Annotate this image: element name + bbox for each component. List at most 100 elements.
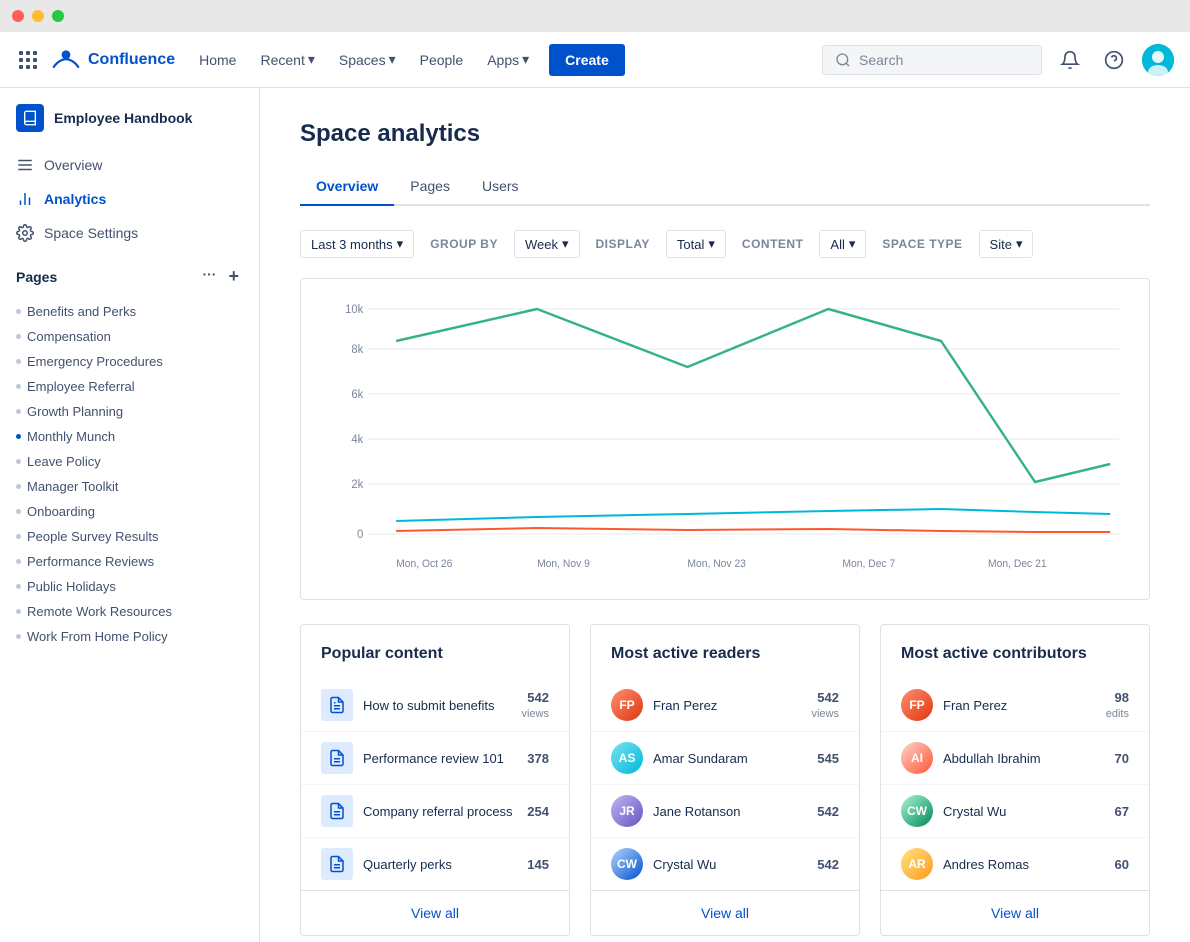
green-line [396,309,1110,482]
tab-pages[interactable]: Pages [394,168,466,206]
contributor-count: 60 [1115,857,1129,872]
sidebar-section-actions: ··· + [198,266,243,287]
svg-text:Mon, Nov 9: Mon, Nov 9 [537,558,590,570]
search-box[interactable]: Search [822,45,1042,75]
pages-add-icon[interactable]: + [224,266,243,287]
avatar: CW [611,848,643,880]
svg-text:0: 0 [357,528,364,541]
space-type-filter[interactable]: Site ▾ [979,230,1034,258]
space-name: Employee Handbook [54,110,192,126]
content-count: 542 views [521,690,549,720]
main-content: Space analytics Overview Pages Users Las… [260,88,1190,942]
user-avatar[interactable] [1142,44,1174,76]
sidebar: Employee Handbook Overview Analytics Spa… [0,88,260,942]
group-by-filter[interactable]: Week ▾ [514,230,580,258]
pages-more-icon[interactable]: ··· [198,266,220,287]
sidebar-pages-section: Pages ··· + [0,250,259,299]
list-item[interactable]: Benefits and Perks [0,299,259,324]
minimize-btn[interactable] [32,10,44,22]
list-item[interactable]: Leave Policy [0,449,259,474]
list-item[interactable]: Public Holidays [0,574,259,599]
nav-home[interactable]: Home [191,46,244,74]
dot-icon [16,384,21,389]
logo[interactable]: Confluence [52,46,175,74]
avatar: FP [611,689,643,721]
notifications-icon[interactable] [1054,44,1086,76]
avatar: AS [611,742,643,774]
content-count: 145 [527,857,549,872]
list-item[interactable]: Onboarding [0,499,259,524]
nav-people[interactable]: People [412,46,472,74]
list-item[interactable]: Manager Toolkit [0,474,259,499]
date-range-filter[interactable]: Last 3 months ▾ [300,230,414,258]
sidebar-space-header[interactable]: Employee Handbook [0,88,259,148]
page-title: Space analytics [300,120,1150,148]
svg-text:8k: 8k [351,343,363,356]
svg-text:6k: 6k [351,388,363,401]
reader-name: Fran Perez [653,698,801,713]
contributor-name: Fran Perez [943,698,1096,713]
content-name: Performance review 101 [363,751,517,766]
sidebar-item-overview[interactable]: Overview [0,148,259,182]
avatar: AI [901,742,933,774]
content-name: How to submit benefits [363,698,511,713]
tabs: Overview Pages Users [300,168,1150,206]
list-item[interactable]: Monthly Munch [0,424,259,449]
tab-overview[interactable]: Overview [300,168,394,206]
list-item: JR Jane Rotanson 542 [591,784,859,837]
layout: Employee Handbook Overview Analytics Spa… [0,88,1190,942]
sidebar-settings-label: Space Settings [44,225,138,241]
create-button[interactable]: Create [549,44,625,76]
nav-recent[interactable]: Recent▾ [252,45,322,74]
sidebar-overview-label: Overview [44,157,102,173]
active-contributors-view-all[interactable]: View all [881,890,1149,935]
active-contributors-title: Most active contributors [881,625,1149,679]
titlebar [0,0,1190,32]
grid-icon[interactable] [16,48,40,72]
analytics-chart: 10k 8k 6k 4k 2k 0 Mon, Oct 26 Mon, Nov 9… [300,278,1150,600]
list-item[interactable]: Employee Referral [0,374,259,399]
content-name: Company referral process [363,804,517,819]
nav-apps[interactable]: Apps▾ [479,45,537,74]
list-item[interactable]: Performance Reviews [0,549,259,574]
list-item: CW Crystal Wu 542 [591,837,859,890]
maximize-btn[interactable] [52,10,64,22]
topnav: Confluence Home Recent▾ Spaces▾ People A… [0,32,1190,88]
content-filter[interactable]: All ▾ [819,230,866,258]
popular-content-card: Popular content How to submit benefits 5… [300,624,570,936]
popular-content-title: Popular content [301,625,569,679]
space-icon [16,104,44,132]
close-btn[interactable] [12,10,24,22]
nav-spaces[interactable]: Spaces▾ [331,45,404,74]
popular-content-list: How to submit benefits 542 views Perform… [301,679,569,890]
reader-count: 542 [817,804,839,819]
display-filter[interactable]: Total ▾ [666,230,726,258]
list-item[interactable]: Remote Work Resources [0,599,259,624]
dot-icon [16,609,21,614]
avatar: CW [901,795,933,827]
popular-content-view-all[interactable]: View all [301,890,569,935]
dot-icon [16,334,21,339]
sidebar-analytics-label: Analytics [44,191,106,207]
contributor-count: 98 edits [1106,690,1129,720]
sidebar-item-analytics[interactable]: Analytics [0,182,259,216]
svg-text:Mon, Dec 21: Mon, Dec 21 [988,558,1047,570]
help-icon[interactable] [1098,44,1130,76]
active-contributors-list: FP Fran Perez 98 edits AI Abdullah Ibrah… [881,679,1149,890]
active-readers-card: Most active readers FP Fran Perez 542 vi… [590,624,860,936]
sidebar-pages-header: Pages ··· + [16,258,243,291]
list-item[interactable]: Emergency Procedures [0,349,259,374]
dot-icon [16,484,21,489]
tab-users[interactable]: Users [466,168,535,206]
group-by-value: Week [525,237,558,252]
active-readers-view-all[interactable]: View all [591,890,859,935]
list-item: AS Amar Sundaram 545 [591,731,859,784]
list-item[interactable]: Growth Planning [0,399,259,424]
list-item[interactable]: Work From Home Policy [0,624,259,649]
filters-bar: Last 3 months ▾ GROUP BY Week ▾ DISPLAY … [300,230,1150,258]
dot-icon [16,409,21,414]
sidebar-item-settings[interactable]: Space Settings [0,216,259,250]
list-item[interactable]: People Survey Results [0,524,259,549]
chart-area: 10k 8k 6k 4k 2k 0 Mon, Oct 26 Mon, Nov 9… [321,299,1129,579]
list-item[interactable]: Compensation [0,324,259,349]
